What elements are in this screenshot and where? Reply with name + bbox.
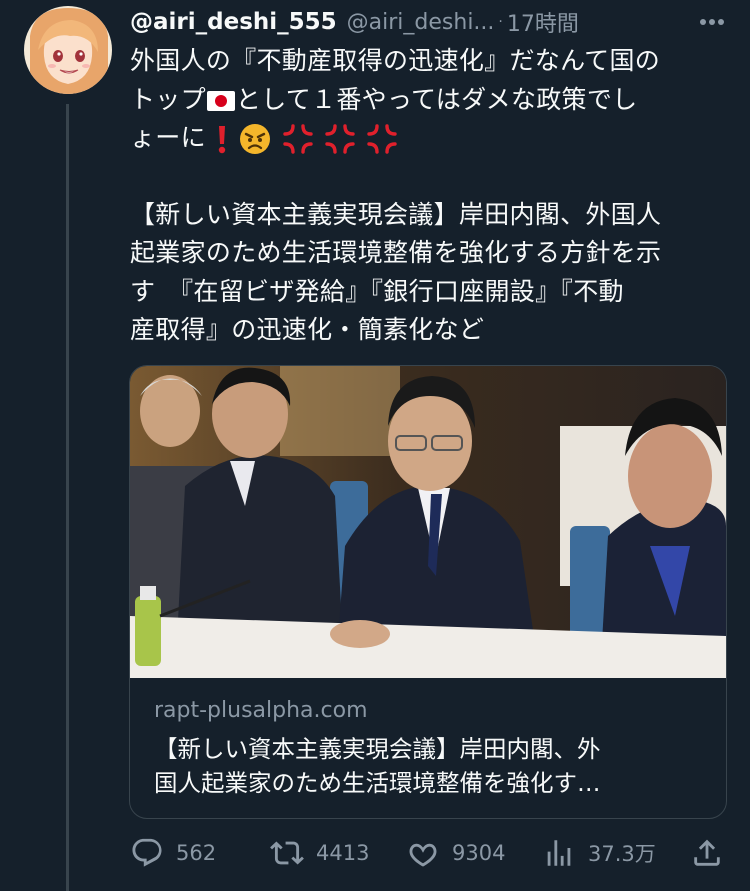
reply-count: 562	[176, 841, 217, 865]
tweet-line: 外国人の『不動産取得の迅速化』だなんて国の	[130, 46, 661, 75]
meeting-photo	[130, 366, 726, 678]
link-card-title: 【新しい資本主義実現会議】岸田内閣、外 国人起業家のため生活環境整備を強化す…	[154, 732, 704, 800]
retweet-button[interactable]: 4413	[270, 833, 369, 873]
more-button[interactable]	[694, 4, 730, 40]
views-count: 37.3万	[588, 842, 656, 866]
anger-symbol-icon	[282, 124, 313, 154]
tweet-line: 起業家のため生活環境整備を強化する方針を示	[130, 238, 662, 267]
link-card-title-line: 国人起業家のため生活環境整備を強化す…	[154, 769, 601, 797]
tweet-text: 外国人の『不動産取得の迅速化』だなんて国の トップ として１番やってはダメな政策…	[130, 42, 730, 350]
retweet-count: 4413	[316, 841, 370, 865]
tweet-text-segment: ょーに	[130, 123, 206, 152]
retweet-icon	[270, 841, 304, 865]
like-button[interactable]: 9304	[406, 833, 505, 873]
tweet-header: @airi_deshi_555 @airi_deshi... · 17時間	[130, 4, 730, 40]
avatar[interactable]	[24, 6, 112, 94]
link-card-title-line: 【新しい資本主義実現会議】岸田内閣、外	[154, 735, 601, 763]
tweet-line: ょーに	[130, 119, 730, 158]
tweet-line: トップ として１番やってはダメな政策でし	[130, 81, 730, 120]
reply-icon	[132, 838, 162, 867]
separator: ·	[498, 14, 503, 30]
angry-face-icon	[240, 124, 271, 154]
exclamation-icon	[218, 126, 226, 154]
handle[interactable]: @airi_deshi...	[347, 10, 495, 35]
share-button[interactable]	[690, 833, 736, 873]
views-button[interactable]: 37.3万	[542, 833, 656, 873]
link-card-domain: rapt-plusalpha.com	[154, 698, 368, 723]
anger-symbol-icon	[325, 124, 355, 154]
tweet-text-segment: として１番やってはダメな政策でし	[235, 84, 638, 114]
anger-symbol-icon	[367, 124, 397, 154]
share-icon	[694, 839, 720, 866]
more-icon	[700, 19, 724, 25]
tweet-line: 産取得』の迅速化・簡素化など	[130, 315, 485, 344]
display-name[interactable]: @airi_deshi_555	[130, 9, 337, 35]
like-icon	[409, 843, 437, 867]
thread-line	[66, 104, 69, 891]
link-card[interactable]: rapt-plusalpha.com 【新しい資本主義実現会議】岸田内閣、外 国…	[129, 365, 727, 819]
tweet-line: 【新しい資本主義実現会議】岸田内閣、外国人	[130, 199, 662, 229]
like-count: 9304	[452, 841, 506, 865]
action-bar: 562 4413 9304 37.3万	[130, 833, 730, 873]
reply-button[interactable]: 562	[130, 833, 216, 873]
tweet-line: す 『在留ビザ発給』『銀行口座開設』『不動	[130, 276, 624, 306]
tweet[interactable]: @airi_deshi_555 @airi_deshi... · 17時間 外国…	[0, 0, 750, 891]
avatar-image	[24, 6, 112, 94]
views-icon	[547, 840, 571, 866]
timestamp[interactable]: 17時間	[507, 6, 579, 38]
tweet-text-segment: トップ	[130, 84, 206, 114]
japan-flag-icon	[206, 90, 235, 111]
link-card-image	[130, 366, 726, 678]
